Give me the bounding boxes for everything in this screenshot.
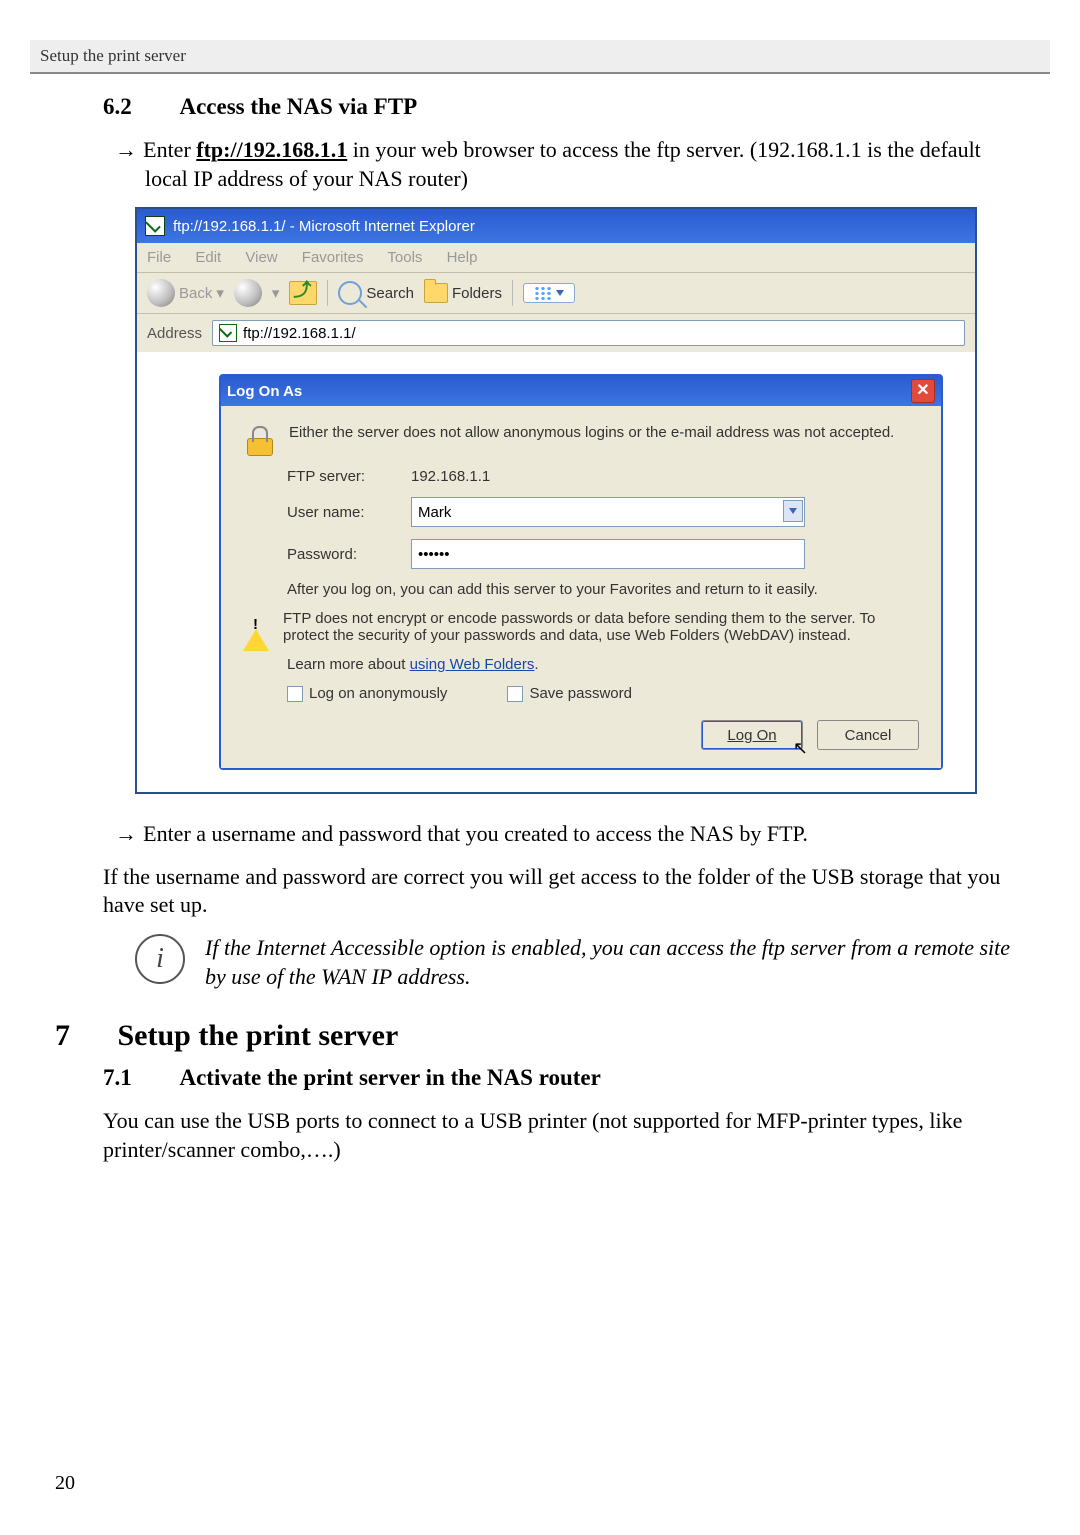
menu-tools[interactable]: Tools: [387, 249, 422, 266]
username-input[interactable]: [411, 497, 805, 527]
toolbar-separator: [327, 280, 328, 306]
folders-button[interactable]: Folders: [424, 283, 502, 303]
ftp-server-value: 192.168.1.1: [411, 468, 490, 485]
dialog-favorites-message: After you log on, you can add this serve…: [287, 581, 818, 598]
address-label: Address: [147, 325, 202, 342]
body-paragraph: If the username and password are correct…: [103, 863, 1015, 920]
ie-app-icon: [145, 216, 165, 236]
heading-7-1: 7.1 Activate the print server in the NAS…: [103, 1065, 1025, 1091]
checkbox-icon: [507, 686, 523, 702]
ftp-site-icon: [219, 324, 237, 342]
heading-title: Setup the print server: [118, 1019, 399, 1052]
address-input[interactable]: ftp://192.168.1.1/: [212, 320, 965, 346]
heading-title: Access the NAS via FTP: [179, 94, 417, 119]
heading-number: 7.1: [103, 1065, 175, 1091]
heading-number: 6.2: [103, 94, 175, 120]
dialog-body: Either the server does not allow anonymo…: [221, 406, 941, 768]
chevron-down-icon: [556, 290, 564, 296]
dialog-title: Log On As: [227, 383, 302, 400]
toolbar-separator: [512, 280, 513, 306]
ie-content-area: Log On As ✕ Either the server does not a…: [137, 352, 975, 792]
heading-title: Activate the print server in the NAS rou…: [179, 1065, 600, 1090]
running-header: Setup the print server: [30, 40, 1050, 74]
folder-icon: [424, 283, 448, 303]
close-button[interactable]: ✕: [911, 379, 935, 403]
address-value: ftp://192.168.1.1/: [243, 325, 356, 342]
note-block: i If the Internet Accessible option is e…: [135, 934, 1015, 991]
heading-number: 7: [55, 1019, 110, 1053]
menu-help[interactable]: Help: [447, 249, 478, 266]
arrow-icon: →: [115, 821, 143, 846]
close-icon: ✕: [916, 383, 929, 399]
ftp-server-label: FTP server:: [287, 468, 397, 485]
heading-7: 7 Setup the print server: [55, 1019, 1025, 1053]
learn-more-text: Learn more about using Web Folders.: [287, 656, 539, 673]
cancel-button[interactable]: Cancel: [817, 720, 919, 750]
password-input[interactable]: [411, 539, 805, 569]
ftp-url-link[interactable]: ftp://192.168.1.1: [196, 137, 347, 162]
back-icon: [147, 279, 175, 307]
checkbox-icon: [287, 686, 303, 702]
ie-address-bar: Address ftp://192.168.1.1/: [137, 314, 975, 352]
body-paragraph: You can use the USB ports to connect to …: [103, 1107, 1015, 1164]
save-password-checkbox[interactable]: Save password: [507, 685, 632, 702]
chevron-down-icon: [789, 508, 797, 514]
cursor-icon: ↖: [793, 738, 808, 759]
dialog-title-bar: Log On As ✕: [221, 376, 941, 406]
ie-toolbar: Back ▾ ▾ Search Folders: [137, 273, 975, 314]
forward-button[interactable]: [234, 279, 262, 307]
password-label: Password:: [287, 546, 397, 563]
logon-button[interactable]: Log On ↖: [701, 720, 803, 750]
logon-dialog: Log On As ✕ Either the server does not a…: [219, 374, 943, 770]
instruction-bullet: → Enter ftp://192.168.1.1 in your web br…: [145, 136, 1015, 193]
username-dropdown-button[interactable]: [783, 500, 803, 522]
ie-window-title: ftp://192.168.1.1/ - Microsoft Internet …: [173, 218, 475, 235]
page-number: 20: [55, 1472, 75, 1495]
heading-6-2: 6.2 Access the NAS via FTP: [103, 94, 1025, 120]
ie-title-bar: ftp://192.168.1.1/ - Microsoft Internet …: [137, 209, 975, 243]
dialog-warning-message: FTP does not encrypt or encode passwords…: [283, 610, 919, 644]
ie-window-screenshot: ftp://192.168.1.1/ - Microsoft Internet …: [135, 207, 977, 794]
search-icon: [338, 281, 362, 305]
views-button[interactable]: [523, 283, 575, 303]
menu-file[interactable]: File: [147, 249, 171, 266]
dialog-message: Either the server does not allow anonymo…: [289, 424, 894, 441]
search-button[interactable]: Search: [338, 281, 414, 305]
web-folders-link[interactable]: using Web Folders: [410, 656, 535, 673]
up-folder-button[interactable]: [289, 281, 317, 305]
menu-favorites[interactable]: Favorites: [302, 249, 364, 266]
ie-menu-bar: File Edit View Favorites Tools Help: [137, 243, 975, 273]
instruction-bullet: → Enter a username and password that you…: [145, 820, 1015, 849]
back-button[interactable]: Back ▾: [147, 279, 224, 307]
lock-icon: [243, 424, 275, 456]
menu-view[interactable]: View: [245, 249, 277, 266]
info-icon: i: [135, 934, 185, 984]
note-text: If the Internet Accessible option is ena…: [205, 934, 1015, 991]
arrow-icon: →: [115, 137, 143, 162]
anonymous-checkbox[interactable]: Log on anonymously: [287, 685, 447, 702]
username-label: User name:: [287, 504, 397, 521]
menu-edit[interactable]: Edit: [195, 249, 221, 266]
views-icon: [534, 286, 552, 300]
warning-icon: [243, 612, 269, 634]
